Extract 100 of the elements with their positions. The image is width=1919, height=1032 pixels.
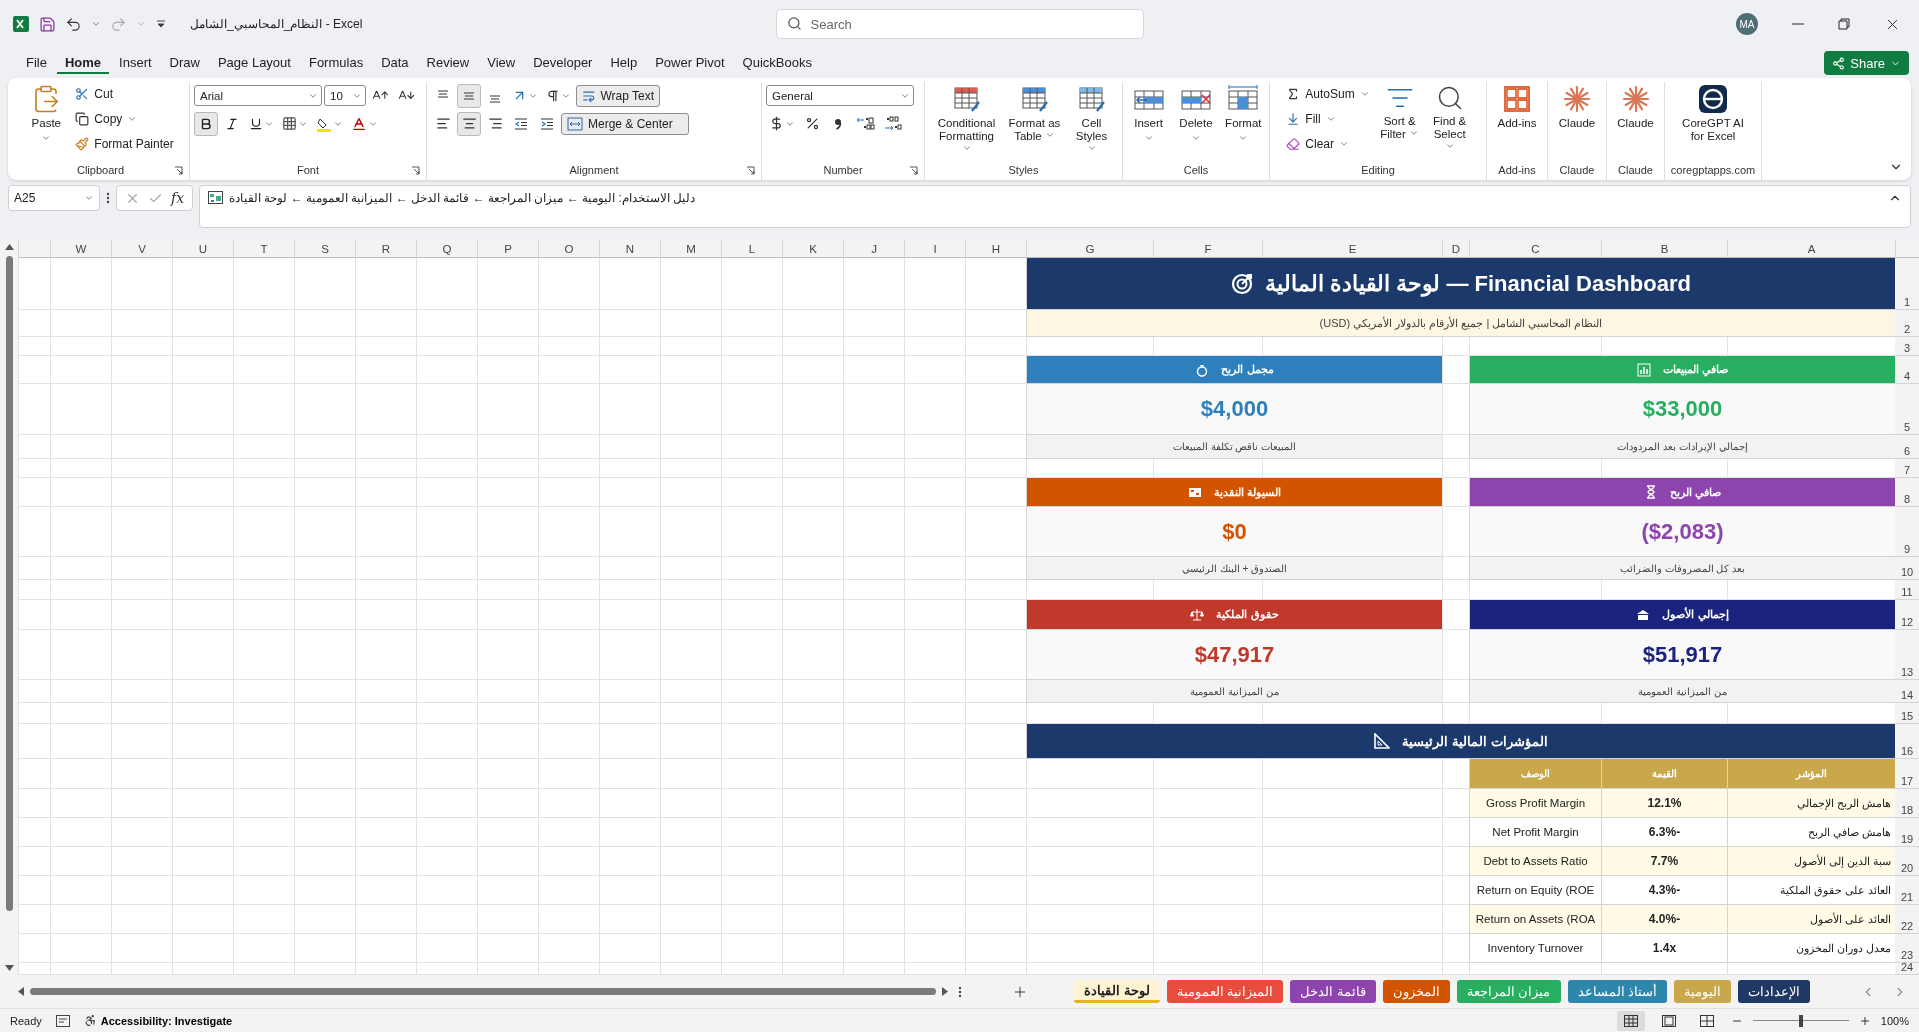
merge-center-button[interactable]: Merge & Center (561, 112, 689, 135)
add-in-button[interactable]: Add-ins (1491, 82, 1543, 132)
row-header[interactable]: 21 (1895, 876, 1919, 905)
copy-button[interactable]: Copy (72, 107, 177, 131)
column-header[interactable]: H (965, 240, 1026, 258)
row-header[interactable]: 24 (1895, 963, 1919, 975)
row-header[interactable]: 17 (1895, 759, 1919, 789)
column-header[interactable]: S (294, 240, 355, 258)
menu-tab[interactable]: File (18, 52, 55, 74)
search-field[interactable]: Search (775, 9, 1144, 39)
column-header[interactable]: C (1469, 240, 1601, 258)
row-header[interactable]: 6 (1895, 435, 1919, 459)
column-header[interactable]: O (538, 240, 599, 258)
sheet-tab[interactable]: لوحة القيادة (1074, 980, 1160, 1003)
name-box[interactable]: A25 (8, 185, 100, 211)
row-header[interactable]: 9 (1895, 507, 1919, 557)
column-header[interactable]: U (172, 240, 233, 258)
row-header[interactable]: 7 (1895, 459, 1919, 478)
menu-tab[interactable]: Home (56, 52, 110, 74)
column-header[interactable]: R (355, 240, 416, 258)
find-select-button[interactable]: Find & Select (1426, 82, 1473, 156)
menu-tab[interactable]: Review (418, 52, 478, 74)
column-header[interactable]: E (1262, 240, 1442, 258)
formula-field[interactable]: دليل الاستخدام: اليومية ← ميزان المراجعة ← قائمة الدخل ← الميزانية العمومية ← لوحة القيادة (199, 185, 1911, 228)
column-header[interactable]: F (1153, 240, 1262, 258)
card-value: $47,917 (1026, 630, 1442, 680)
menu-tab[interactable]: Help (602, 52, 646, 74)
row-header[interactable]: 1 (1895, 258, 1919, 310)
paste-button[interactable]: Paste (24, 82, 69, 145)
column-header[interactable]: J (843, 240, 904, 258)
sheet-tab[interactable]: المخزون (1382, 980, 1450, 1003)
row-header[interactable]: 18 (1895, 789, 1919, 818)
sheet-tab[interactable]: الإعدادات (1738, 980, 1811, 1003)
menu-tab[interactable]: Draw (161, 52, 208, 74)
insert-function-button[interactable]: fx (171, 190, 185, 206)
delete-button[interactable]: Delete (1174, 82, 1218, 145)
row-header[interactable]: 13 (1895, 630, 1919, 680)
sheet-tab[interactable]: قائمة الدخل (1290, 980, 1376, 1003)
menu-tab[interactable]: Power Pivot (647, 52, 733, 74)
format-as-table-button[interactable]: Format as Table (1003, 82, 1066, 145)
row-header[interactable]: 23 (1895, 934, 1919, 963)
row-header[interactable]: 3 (1895, 337, 1919, 356)
row-header[interactable]: 10 (1895, 557, 1919, 580)
column-header[interactable]: D (1442, 240, 1469, 258)
insert-button[interactable]: Insert (1127, 82, 1171, 145)
row-header[interactable]: 8 (1895, 478, 1919, 507)
column-header[interactable]: L (721, 240, 782, 258)
column-header[interactable]: I (904, 240, 965, 258)
cell-styles-button[interactable]: Cell Styles (1069, 82, 1114, 158)
group-label: Font (297, 164, 319, 176)
column-header[interactable]: A (1727, 240, 1895, 258)
column-header[interactable]: K (782, 240, 843, 258)
sort-filter-button[interactable]: Sort & Filter (1376, 82, 1423, 143)
fill-button[interactable]: Fill (1283, 107, 1373, 131)
menu-tab[interactable]: Page Layout (209, 52, 299, 74)
menu-tab[interactable]: Developer (525, 52, 601, 74)
row-header[interactable]: 5 (1895, 384, 1919, 435)
column-header[interactable]: N (599, 240, 660, 258)
zoom-level: 100% (1880, 1014, 1909, 1027)
column-header[interactable]: G (1026, 240, 1153, 258)
share-button[interactable]: Share (1824, 51, 1909, 75)
wrap-text-button[interactable]: Wrap Text (576, 84, 660, 107)
sheet-tab[interactable]: الميزانية العمومية (1166, 980, 1284, 1003)
font-size-dropdown[interactable]: 10 (324, 85, 366, 106)
row-header[interactable]: 12 (1895, 600, 1919, 630)
column-header[interactable]: T (233, 240, 294, 258)
column-header[interactable]: B (1601, 240, 1727, 258)
row-header[interactable]: 11 (1895, 580, 1919, 600)
sheet-tab[interactable]: أستاذ المساعد (1567, 980, 1668, 1003)
add-in-button[interactable]: Claude (1552, 82, 1602, 132)
menu-tab[interactable]: QuickBooks (734, 52, 820, 74)
add-in-button[interactable]: CoreGPT AI for Excel (1677, 82, 1749, 145)
format-button[interactable]: Format (1221, 82, 1265, 145)
autosum-button[interactable]: AutoSum (1283, 82, 1373, 106)
menu-tab[interactable]: View (479, 52, 524, 74)
avatar[interactable]: MA (1736, 13, 1758, 35)
menu-tab[interactable]: Formulas (300, 52, 372, 74)
add-in-button[interactable]: Claude (1611, 82, 1660, 132)
row-header[interactable]: 16 (1895, 724, 1919, 759)
column-header[interactable]: M (660, 240, 721, 258)
conditional-formatting-button[interactable]: Conditional Formatting (933, 82, 1000, 158)
row-header[interactable]: 19 (1895, 818, 1919, 847)
menu-tab[interactable]: Data (373, 52, 417, 74)
column-header[interactable]: W (50, 240, 111, 258)
row-header[interactable]: 20 (1895, 847, 1919, 876)
menu-tab[interactable]: Insert (111, 52, 160, 74)
row-header[interactable]: 22 (1895, 905, 1919, 934)
font-name-dropdown[interactable]: Arial (194, 85, 322, 106)
row-header[interactable]: 4 (1895, 356, 1919, 384)
row-header[interactable]: 14 (1895, 680, 1919, 703)
format-painter-button[interactable]: Format Painter (72, 132, 177, 156)
accessibility-button[interactable]: Accessibility: Investigate (83, 1014, 233, 1027)
cut-button[interactable]: Cut (72, 82, 177, 106)
row-header[interactable]: 15 (1895, 703, 1919, 724)
clear-button[interactable]: Clear (1283, 132, 1373, 156)
column-header[interactable]: Q (416, 240, 477, 258)
number-format-dropdown[interactable]: General (766, 85, 914, 106)
column-header[interactable]: P (477, 240, 538, 258)
row-header[interactable]: 2 (1895, 310, 1919, 337)
column-header[interactable]: V (111, 240, 172, 258)
